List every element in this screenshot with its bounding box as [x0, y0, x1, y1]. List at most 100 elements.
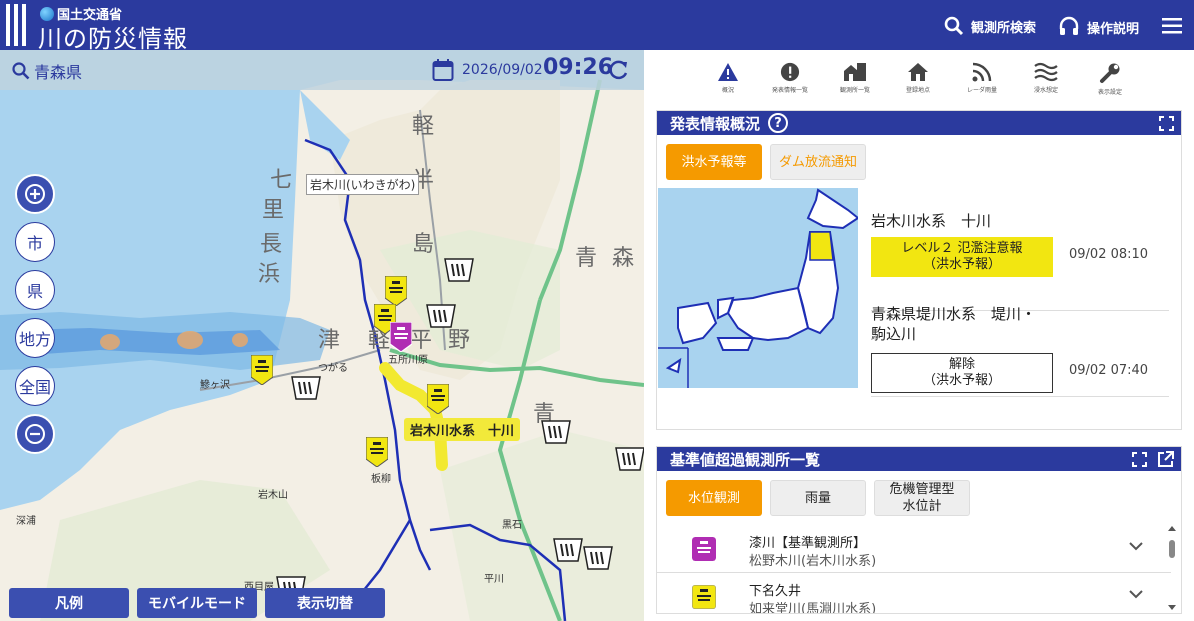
mobile-mode-button[interactable]: モバイルモード: [137, 588, 257, 618]
display-switch-button[interactable]: 表示切替: [265, 588, 385, 618]
place-name-5: 里: [262, 198, 285, 223]
town-label-hirakawa: 平川: [484, 574, 504, 585]
tool-flood-label: 浸水想定: [1033, 87, 1058, 94]
minus-icon: [25, 424, 45, 444]
stations-title: 基準値超過観測所一覧: [670, 450, 821, 469]
scrollbar-track[interactable]: [1167, 525, 1177, 614]
place-name-3: 島: [412, 232, 435, 257]
event-item[interactable]: 岩木川水系 十川 レベル２ 氾濫注意報 （洪水予報） 09/02 08:10: [871, 211, 1169, 311]
japan-minimap[interactable]: [658, 188, 858, 388]
tab-rainfall[interactable]: 雨量: [770, 480, 866, 516]
town-label-fukaura: 深浦: [16, 516, 36, 527]
wrench-icon: [1100, 63, 1120, 83]
help-label: 操作説明: [1087, 21, 1140, 37]
tool-stations-label: 観測所一覧: [839, 87, 870, 94]
place-name-1: 軽: [412, 114, 435, 139]
legend-button[interactable]: 凡例: [9, 588, 129, 618]
search-icon: [944, 16, 964, 36]
event-item[interactable]: 青森県堤川水系 堤川・ 駒込川 解除 （洪水予報） 09/02 07:40: [871, 301, 1169, 397]
tool-radar[interactable]: レーダ雨量: [952, 62, 1012, 94]
tab-dam-release[interactable]: ダム放流通知: [770, 144, 866, 180]
station-name: 漆川【基準観測所】: [749, 536, 867, 551]
scale-region-button[interactable]: 地方: [15, 318, 55, 358]
dam-icon[interactable]: [541, 420, 571, 444]
area-search[interactable]: 青森県: [12, 59, 82, 83]
scale-city-button[interactable]: 市: [15, 222, 55, 262]
plus-icon: [25, 184, 45, 204]
observation-date: 2026/09/02: [462, 62, 543, 78]
dam-icon[interactable]: [553, 538, 583, 562]
town-label-tsugaru: つがる: [318, 363, 348, 374]
hamburger-menu-icon[interactable]: [1161, 17, 1183, 35]
expand-icon[interactable]: [1159, 116, 1174, 131]
dam-icon[interactable]: [583, 546, 613, 570]
tool-overview-label: 概況: [721, 87, 734, 94]
event-time: 09/02 08:10: [1069, 247, 1149, 262]
zoom-in-button[interactable]: [15, 174, 55, 214]
event-level-badge: 解除 （洪水予報）: [871, 353, 1053, 393]
station-row[interactable]: 下名久井 如来堂川(馬淵川水系): [657, 575, 1171, 614]
water-level-marker-purple[interactable]: [390, 322, 412, 352]
tool-flood[interactable]: 浸水想定: [1016, 62, 1076, 94]
area-search-text: 青森県: [34, 63, 83, 82]
water-level-marker-yellow[interactable]: [366, 437, 388, 467]
chevron-down-icon[interactable]: [1129, 589, 1143, 599]
tab-flood-forecast[interactable]: 洪水予報等: [666, 144, 762, 180]
tool-announcements-label: 発表情報一覧: [771, 87, 808, 94]
water-level-marker-yellow[interactable]: [385, 276, 407, 306]
calendar-icon[interactable]: [432, 58, 454, 82]
app-title[interactable]: 川の防災情報: [38, 19, 188, 54]
alert-icon: [780, 62, 800, 82]
dam-icon[interactable]: [426, 304, 456, 328]
dam-icon[interactable]: [291, 376, 321, 400]
water-level-marker-yellow[interactable]: [251, 355, 273, 385]
refresh-icon[interactable]: [608, 58, 630, 82]
buildings-icon: [844, 63, 866, 81]
tool-stations[interactable]: 観測所一覧: [825, 62, 885, 94]
chevron-down-icon[interactable]: [1129, 541, 1143, 551]
station-list-scrollbar[interactable]: [1167, 525, 1177, 614]
tool-overview[interactable]: 概況: [698, 62, 758, 94]
app-header: 国土交通省 川の防災情報 観測所検索 操作説明: [0, 0, 1194, 53]
open-external-icon[interactable]: [1157, 451, 1174, 468]
stations-header: 基準値超過観測所一覧: [657, 447, 1181, 471]
place-name-12: 青: [575, 246, 598, 271]
logo-bars-icon: [6, 4, 30, 46]
zoom-out-button[interactable]: [15, 414, 55, 454]
tool-registered[interactable]: 登録地点: [888, 62, 948, 94]
dam-icon[interactable]: [444, 258, 474, 282]
town-label-iwakisan: 岩木山: [258, 490, 288, 501]
station-row[interactable]: 漆川【基準観測所】 松野木川(岩木川水系): [657, 527, 1171, 573]
help-button[interactable]: 操作説明: [1058, 16, 1139, 38]
search-icon: [12, 62, 30, 80]
tool-announcements[interactable]: 発表情報一覧: [760, 62, 820, 94]
event-level-badge: レベル２ 氾濫注意報 （洪水予報）: [871, 237, 1053, 277]
event-time: 09/02 07:40: [1069, 363, 1149, 378]
place-name-6: 長: [260, 232, 283, 257]
expand-icon[interactable]: [1132, 452, 1147, 467]
map-view[interactable]: 軽 半 島 七 里 長 浜 津 軽 平 野 青 森 青 五所川原 つがる 鰺ヶ沢…: [0, 50, 644, 621]
station-river: 松野木川(岩木川水系): [749, 554, 877, 569]
water-level-marker-yellow[interactable]: [427, 384, 449, 414]
place-name-8: 津: [318, 328, 341, 353]
station-river: 如来堂川(馬淵川水系): [749, 602, 877, 614]
place-name-13: 森: [612, 246, 635, 271]
overview-header: 発表情報概況 ?: [657, 111, 1181, 135]
town-label-goshogawara: 五所川原: [388, 355, 428, 366]
tool-bar: 概況 発表情報一覧 観測所一覧 登録地点 レーダ雨量 浸水想定 表示設定: [644, 50, 1194, 104]
tab-water-level[interactable]: 水位観測: [666, 480, 762, 516]
station-search-button[interactable]: 観測所検索: [944, 16, 1036, 36]
dam-icon[interactable]: [615, 447, 644, 471]
tool-registered-label: 登録地点: [905, 87, 930, 94]
scale-prefecture-button[interactable]: 県: [15, 270, 55, 310]
station-name: 下名久井: [749, 584, 802, 599]
scale-nationwide-button[interactable]: 全国: [15, 366, 55, 406]
stations-panel: 基準値超過観測所一覧 水位観測 雨量 危機管理型 水位計 漆川【基準観測所】 松…: [656, 446, 1182, 614]
water-level-yellow-icon: [692, 585, 716, 609]
tool-settings[interactable]: 表示設定: [1080, 62, 1140, 96]
overview-panel: 発表情報概況 ? 洪水予報等 ダム放流通知 岩木川水系 十川 レベル２ 氾濫注意…: [656, 110, 1182, 430]
help-question-icon[interactable]: ?: [768, 113, 789, 133]
tab-crisis-level-gauge[interactable]: 危機管理型 水位計: [874, 480, 970, 516]
town-label-ajigasawa: 鰺ヶ沢: [200, 380, 230, 391]
river-callout[interactable]: 岩木川水系 十川: [404, 418, 521, 441]
